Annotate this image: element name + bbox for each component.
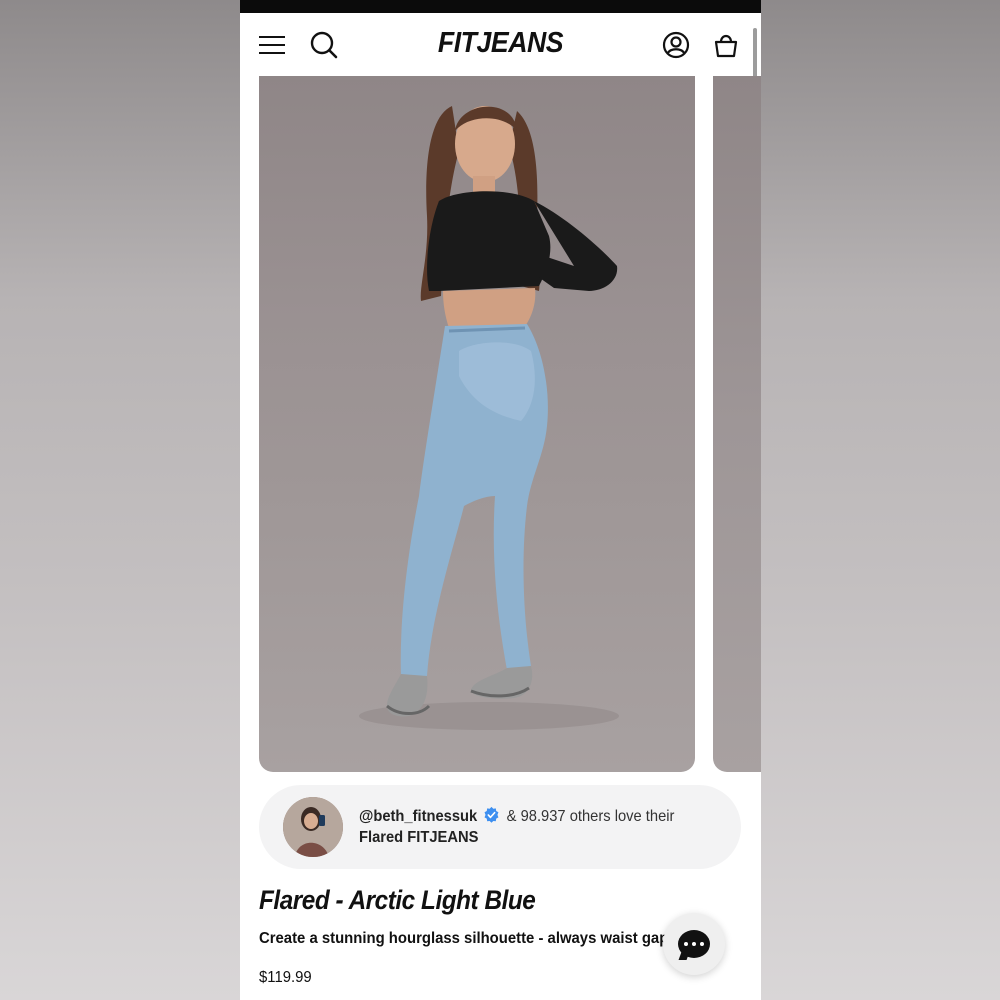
product-title: Flared - Arctic Light Blue xyxy=(259,885,536,915)
instagram-handle[interactable]: @beth_fitnessuk xyxy=(359,808,477,825)
account-button[interactable] xyxy=(660,29,692,61)
product-image-main[interactable] xyxy=(259,76,695,772)
social-proof-text: @beth_fitnessuk & 98.937 others love the… xyxy=(359,806,690,848)
account-icon xyxy=(662,31,690,59)
verified-badge-icon xyxy=(484,806,498,823)
chat-button[interactable] xyxy=(663,913,725,975)
avatar[interactable] xyxy=(283,797,343,857)
social-proof-banner: @beth_fitnessuk & 98.937 others love the… xyxy=(259,785,741,869)
site-header: FITJEANS xyxy=(240,13,761,76)
product-image-next[interactable] xyxy=(713,76,761,772)
love-count-text: & 98.937 others love their xyxy=(506,808,675,825)
background-left xyxy=(0,0,240,1000)
status-bar xyxy=(240,0,761,13)
chat-bubble-icon xyxy=(678,930,710,958)
product-description: Create a stunning hourglass silhouette -… xyxy=(259,930,687,947)
product-photo xyxy=(359,106,619,730)
shopping-bag-icon xyxy=(714,34,738,58)
love-product-text: Flared FITJEANS xyxy=(359,829,479,846)
background-right xyxy=(761,0,1000,1000)
cart-button[interactable] xyxy=(710,29,742,61)
product-price: $119.99 xyxy=(259,969,312,986)
phone-screen: FITJEANS @beth_fitnessuk & 98.937 others… xyxy=(240,0,761,1000)
avatar-photo xyxy=(283,797,343,857)
